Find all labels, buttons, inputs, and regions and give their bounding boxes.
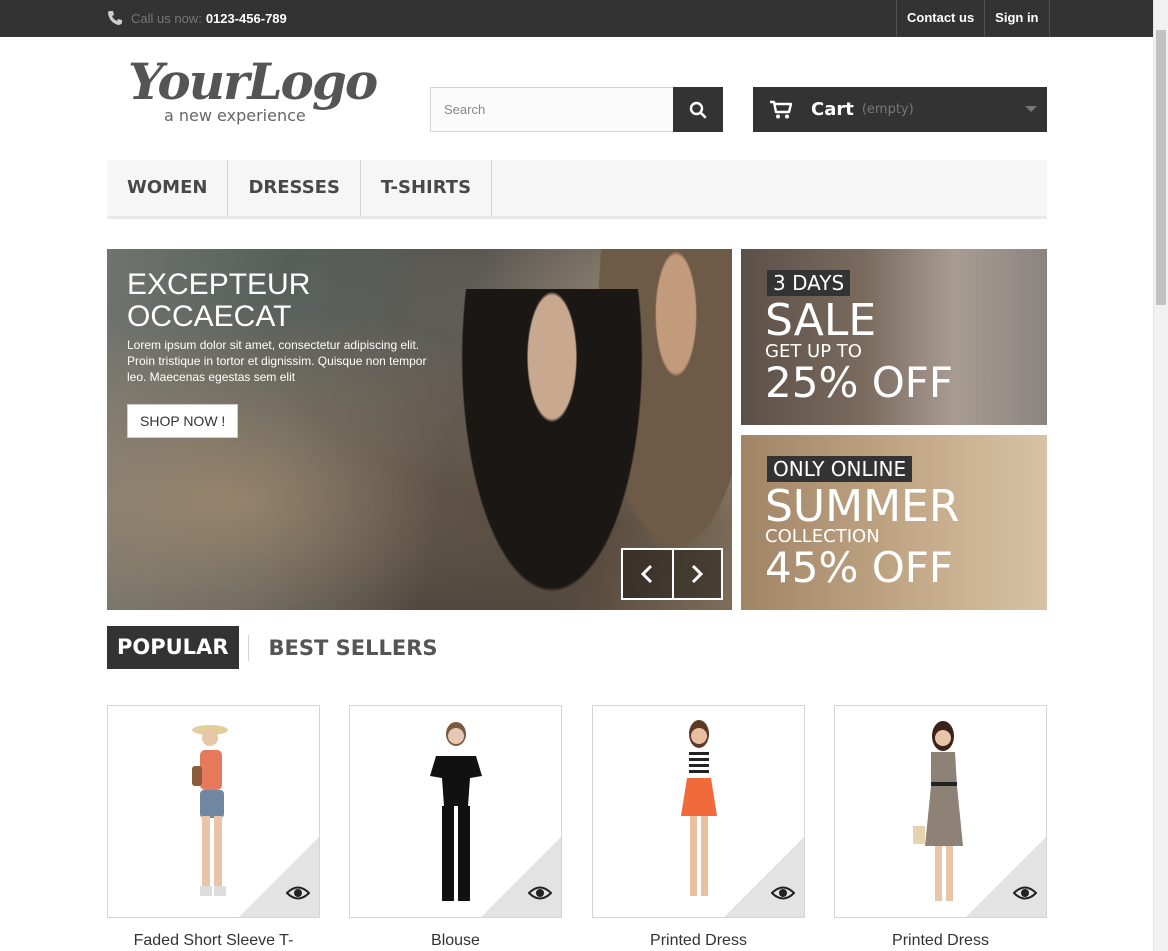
product-card[interactable] <box>349 705 562 918</box>
top-links: Contact us Sign in <box>896 0 1050 37</box>
search-input[interactable] <box>430 87 673 132</box>
logo-tagline: a new experience <box>164 106 306 125</box>
banner-heading: SALE <box>765 295 877 346</box>
slider-title: EXCEPTEUR OCCAECAT <box>127 268 311 333</box>
banner-summer[interactable]: ONLY ONLINE SUMMER COLLECTION 45% OFF <box>741 435 1047 610</box>
product-corner <box>966 837 1046 917</box>
phone-info: Call us now: 0123-456-789 <box>107 6 287 30</box>
home-slider: EXCEPTEUR OCCAECAT Lorem ipsum dolor sit… <box>107 249 732 610</box>
page-scrollbar[interactable] <box>1153 0 1168 951</box>
product-card[interactable] <box>107 705 320 918</box>
menu-item-dresses[interactable]: DRESSES <box>228 160 361 216</box>
chevron-right-icon <box>692 564 704 584</box>
logo-script: YourLogo <box>128 52 378 111</box>
banner-tag: ONLY ONLINE <box>767 456 913 482</box>
contact-us-link[interactable]: Contact us <box>897 0 986 37</box>
top-bar: Call us now: 0123-456-789 Contact us Sig… <box>0 0 1168 37</box>
banner-sale[interactable]: 3 DAYS SALE GET UP TO 25% OFF <box>741 249 1047 425</box>
call-label: Call us now: <box>131 10 202 26</box>
product-corner <box>724 837 804 917</box>
cart-label: Cart <box>811 99 854 120</box>
main-menu: WOMEN DRESSES T-SHIRTS <box>107 160 1047 219</box>
product-corner <box>239 837 319 917</box>
shop-now-button[interactable]: SHOP NOW ! <box>127 404 239 438</box>
tab-best-sellers[interactable]: BEST SELLERS <box>269 636 438 660</box>
slider-text: Lorem ipsum dolor sit amet, consectetur … <box>127 338 427 384</box>
slider-prev-button[interactable] <box>623 550 672 598</box>
product-tabs: POPULAR BEST SELLERS <box>107 626 437 669</box>
phone-number: 0123-456-789 <box>205 10 287 26</box>
product-corner <box>481 837 561 917</box>
search-button[interactable] <box>673 87 723 132</box>
product-name[interactable]: Blouse <box>349 932 562 950</box>
product-name[interactable]: Printed Dress <box>592 932 805 950</box>
eye-icon[interactable] <box>1013 885 1037 901</box>
banner-heading: SUMMER <box>765 481 960 532</box>
eye-icon[interactable] <box>528 885 552 901</box>
eye-icon[interactable] <box>771 885 795 901</box>
tab-popular[interactable]: POPULAR <box>107 626 239 669</box>
banner-discount: 25% OFF <box>765 358 954 407</box>
site-logo[interactable]: YourLogo a new experience <box>128 52 378 128</box>
menu-item-tshirts[interactable]: T-SHIRTS <box>361 160 493 216</box>
product-image <box>913 721 963 901</box>
product-image <box>681 720 717 896</box>
product-image <box>430 722 482 901</box>
chevron-down-icon <box>1025 106 1037 112</box>
product-card[interactable] <box>834 705 1047 918</box>
banner-discount: 45% OFF <box>765 543 954 592</box>
eye-icon[interactable] <box>286 885 310 901</box>
scrollbar-thumb[interactable] <box>1156 30 1166 305</box>
product-card[interactable] <box>592 705 805 918</box>
menu-item-women[interactable]: WOMEN <box>107 160 229 216</box>
product-image <box>192 725 228 896</box>
chevron-left-icon <box>641 564 653 584</box>
tab-divider <box>247 634 249 661</box>
search-form <box>430 87 723 132</box>
product-name[interactable]: Faded Short Sleeve T- <box>107 932 320 950</box>
product-name[interactable]: Printed Dress <box>834 932 1047 950</box>
cart-button[interactable]: Cart (empty) <box>753 87 1047 132</box>
slider-controls <box>621 548 723 600</box>
cart-status: (empty) <box>861 102 914 117</box>
search-icon <box>689 101 707 118</box>
phone-icon <box>108 11 122 25</box>
cart-icon <box>770 100 793 118</box>
slider-next-button[interactable] <box>671 550 721 598</box>
sign-in-link[interactable]: Sign in <box>985 0 1050 37</box>
banner-tag: 3 DAYS <box>767 270 851 296</box>
